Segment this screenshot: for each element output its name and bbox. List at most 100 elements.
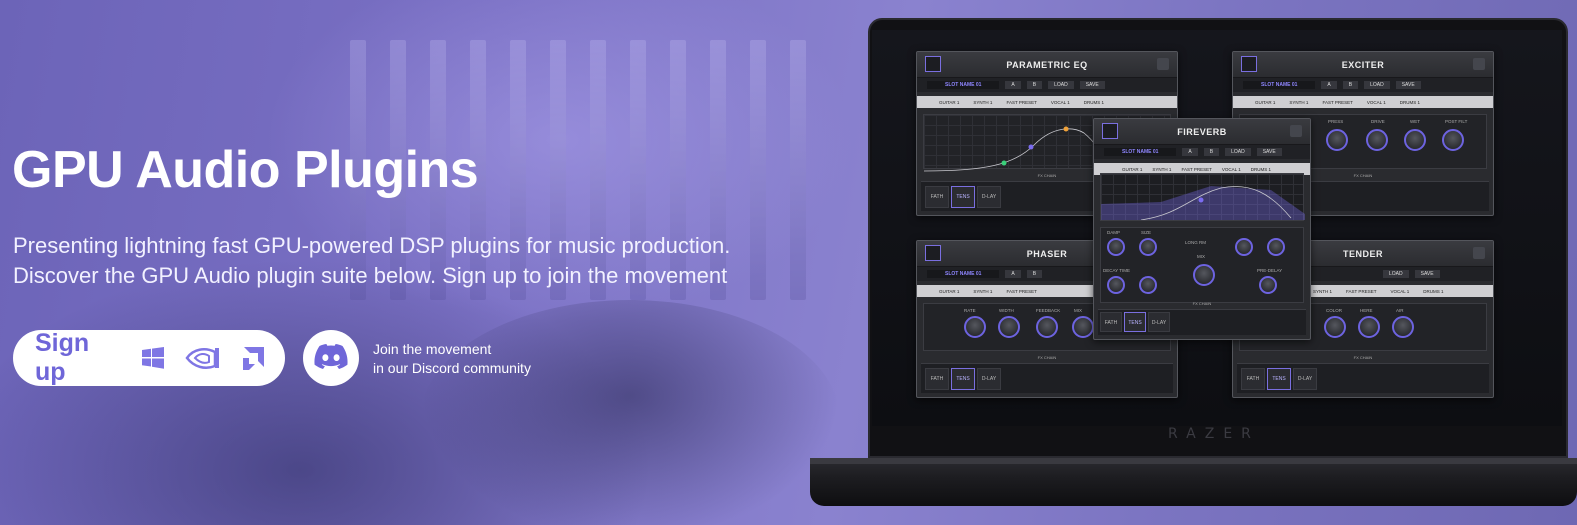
plugin-menu-button[interactable] (1157, 58, 1169, 70)
discord-button[interactable] (303, 330, 359, 386)
save-button[interactable]: SAVE (1079, 81, 1105, 89)
rate-knob[interactable] (964, 316, 986, 338)
preset-item[interactable]: GUITAR 1 (1122, 167, 1142, 172)
plugin-title: EXCITER (1341, 59, 1385, 70)
nvidia-icon (185, 344, 221, 372)
eq-band-node (1028, 144, 1034, 150)
slot-name[interactable]: SLOT NAME 01 (927, 81, 1000, 89)
plugin-title: PARAMETRIC EQ (1006, 59, 1088, 70)
fx-slot[interactable]: TENS (951, 368, 975, 390)
preset-item[interactable]: FAST PRESET (1181, 167, 1211, 172)
knob-label: AIR (1396, 308, 1404, 313)
load-button[interactable]: LOAD (1364, 81, 1390, 89)
knob-label: DAMP (1107, 230, 1121, 235)
hero-title: GPU Audio Plugins (12, 141, 479, 199)
knob-label: POST FILT (1445, 119, 1468, 124)
fx-slot[interactable]: FATH (1241, 368, 1265, 390)
color-knob[interactable] (1324, 316, 1346, 338)
ab-a-button[interactable]: A (1182, 148, 1198, 156)
ab-a-button[interactable]: A (1005, 81, 1021, 89)
load-button[interactable]: LOAD (1383, 270, 1409, 278)
fx-slot[interactable]: D-LAY (977, 186, 1001, 208)
hero-description-line-1: Presenting lightning fast GPU-powered DS… (13, 233, 731, 258)
plugin-menu-button[interactable] (1290, 125, 1302, 137)
ab-a-button[interactable]: A (1005, 270, 1021, 278)
size-knob[interactable] (1139, 238, 1157, 256)
hero-description: Presenting lightning fast GPU-powered DS… (13, 231, 730, 291)
fx-slot[interactable]: FATH (925, 368, 949, 390)
preset-item[interactable]: VOCAL 1 (1367, 100, 1386, 105)
decay-time-knob[interactable] (1107, 276, 1125, 294)
width-knob[interactable] (998, 316, 1020, 338)
preset-item[interactable]: FAST PRESET (1006, 289, 1036, 294)
post-filt-knob[interactable] (1442, 129, 1464, 151)
preset-item[interactable]: GUITAR 1 (1255, 100, 1275, 105)
fx-slot[interactable]: TENS (951, 186, 975, 208)
plugin-menu-button[interactable] (1473, 58, 1485, 70)
preset-item[interactable]: GUITAR 1 (939, 100, 959, 105)
plugin-header: EXCITER (1233, 52, 1493, 78)
preset-item[interactable]: SYNTH 1 (973, 289, 992, 294)
width-knob[interactable] (1139, 276, 1157, 294)
plugin-menu-button[interactable] (1473, 247, 1485, 259)
fx-slot[interactable]: D-LAY (1148, 312, 1170, 332)
drive-knob[interactable] (1366, 129, 1388, 151)
decay-knob[interactable] (1235, 238, 1253, 256)
wet-knob[interactable] (1404, 129, 1426, 151)
fx-slot[interactable]: FATH (925, 186, 949, 208)
plugin-header: PARAMETRIC EQ (917, 52, 1177, 78)
mix-knob[interactable] (1193, 264, 1215, 286)
preset-item[interactable]: DRUMS 1 (1423, 289, 1443, 294)
air-knob[interactable] (1392, 316, 1414, 338)
plugin-logo (925, 56, 941, 72)
ab-b-button[interactable]: B (1026, 81, 1043, 89)
ab-b-button[interactable]: B (1203, 148, 1220, 156)
slot-name[interactable]: SLOT NAME 01 (1104, 148, 1177, 156)
preset-item[interactable]: GUITAR 1 (939, 289, 959, 294)
tone-knob[interactable] (1267, 238, 1285, 256)
preset-item[interactable]: SYNTH 1 (1152, 167, 1171, 172)
damp-knob[interactable] (1107, 238, 1125, 256)
slot-name[interactable]: SLOT NAME 01 (1243, 81, 1316, 89)
preset-item[interactable]: VOCAL 1 (1390, 289, 1409, 294)
save-button[interactable]: SAVE (1414, 270, 1440, 278)
save-button[interactable]: SAVE (1395, 81, 1421, 89)
preset-item[interactable]: DRUMS 1 (1084, 100, 1104, 105)
knob-label: PRE-DELAY (1257, 268, 1283, 273)
preset-item[interactable]: FAST PRESET (1322, 100, 1352, 105)
fx-slot[interactable]: FATH (1100, 312, 1122, 332)
reverb-graph[interactable] (1100, 173, 1305, 221)
preset-item[interactable]: VOCAL 1 (1051, 100, 1070, 105)
load-button[interactable]: LOAD (1048, 81, 1074, 89)
ab-b-button[interactable]: B (1026, 270, 1043, 278)
preset-item[interactable]: VOCAL 1 (1222, 167, 1241, 172)
load-button[interactable]: LOAD (1225, 148, 1251, 156)
preset-item[interactable]: FAST PRESET (1006, 100, 1036, 105)
preset-item[interactable]: SYNTH 1 (1289, 100, 1308, 105)
laptop-base (810, 458, 1577, 506)
ab-b-button[interactable]: B (1342, 81, 1359, 89)
mix-knob[interactable] (1072, 316, 1094, 338)
fx-chain: FX CHAIN FATH TENS D-LAY (921, 355, 1173, 393)
fx-slot[interactable]: D-LAY (1293, 368, 1317, 390)
here-knob[interactable] (1358, 316, 1380, 338)
fx-chain: FX CHAIN FATH TENS D-LAY (1237, 355, 1489, 393)
preset-item[interactable]: DRUMS 1 (1251, 167, 1271, 172)
signup-button[interactable]: Sign up (13, 329, 285, 386)
preset-item[interactable]: FAST PRESET (1346, 289, 1376, 294)
press-knob[interactable] (1326, 129, 1348, 151)
preset-item[interactable]: DRUMS 1 (1400, 100, 1420, 105)
discord-caption[interactable]: Join the movement in our Discord communi… (373, 340, 531, 378)
plugin-title: FIREVERB (1177, 126, 1227, 137)
pre-delay-knob[interactable] (1259, 276, 1277, 294)
feedback-knob[interactable] (1036, 316, 1058, 338)
plugin-fireverb[interactable]: FIREVERB SLOT NAME 01 A B LOAD SAVE GUIT… (1093, 118, 1311, 340)
ab-a-button[interactable]: A (1321, 81, 1337, 89)
preset-item[interactable]: SYNTH 1 (1313, 289, 1332, 294)
fx-slot[interactable]: TENS (1267, 368, 1291, 390)
fx-slot[interactable]: TENS (1124, 312, 1146, 332)
slot-name[interactable]: SLOT NAME 01 (927, 270, 1000, 278)
preset-item[interactable]: SYNTH 1 (973, 100, 992, 105)
save-button[interactable]: SAVE (1256, 148, 1282, 156)
fx-slot[interactable]: D-LAY (977, 368, 1001, 390)
